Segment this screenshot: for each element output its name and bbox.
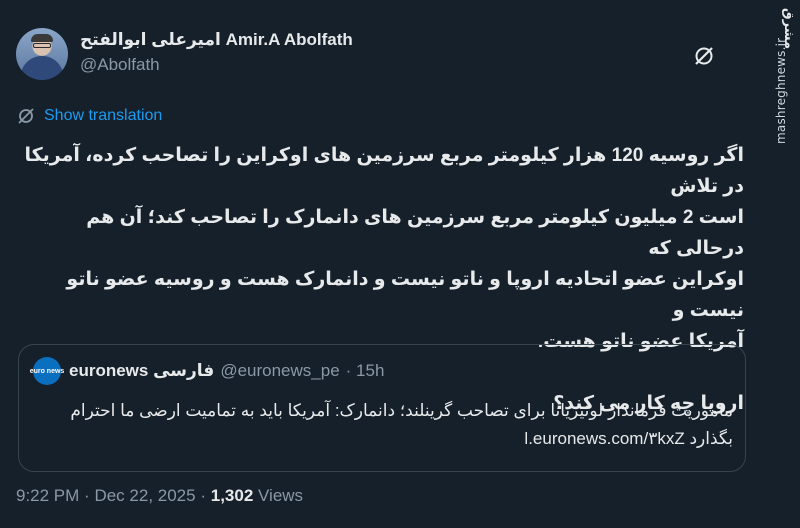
views-count: 1,302 [210, 486, 254, 505]
euronews-logo: euro news [30, 357, 64, 385]
grok-icon[interactable] [692, 44, 716, 68]
avatar[interactable] [16, 28, 68, 80]
watermark-site: mashreghnews.ir [774, 37, 788, 144]
quoted-author-name[interactable]: euronews فارسی [69, 361, 214, 381]
tweet-header: امیرعلی ابوالفتح Amir.A Abolfath @Abolfa… [16, 28, 760, 88]
mashregh-watermark: مشرق mashreghnews.ir [766, 0, 800, 528]
meta-separator: · [84, 486, 90, 505]
show-translation-label: Show translation [44, 107, 163, 124]
quoted-line: ماموریت فرماندار لوئیزیانا برای تصاحب گر… [70, 401, 733, 420]
meta-separator: · [200, 486, 206, 505]
author-handle[interactable]: @Abolfath [80, 55, 353, 75]
tweet-date[interactable]: Dec 22, 2025 [94, 486, 195, 505]
views-label: Views [258, 486, 304, 505]
quoted-line: بگذارد l.euronews.com/۳kxZ [524, 429, 733, 448]
author-names: امیرعلی ابوالفتح Amir.A Abolfath @Abolfa… [80, 30, 353, 75]
show-translation-link[interactable]: Show translation [16, 106, 162, 126]
translate-icon [18, 108, 34, 124]
tweet-time[interactable]: 9:22 PM [16, 486, 79, 505]
tweet-line: اگر روسیه 120 هزار کیلومتر مربع سرزمین ه… [24, 145, 744, 197]
avatar-hair [31, 34, 53, 42]
quoted-tweet-header: euro news euronews فارسی @euronews_pe · … [30, 357, 385, 385]
quoted-time[interactable]: · 15h [346, 361, 385, 381]
tweet-line: است 2 میلیون کیلومتر مربع سرزمین های دان… [86, 207, 744, 259]
quoted-tweet-text: ماموریت فرماندار لوئیزیانا برای تصاحب گر… [33, 397, 733, 453]
tweet-meta: 9:22 PM · Dec 22, 2025 · 1,302 Views [16, 486, 303, 506]
tweet: امیرعلی ابوالفتح Amir.A Abolfath @Abolfa… [16, 14, 760, 528]
avatar-glasses [33, 43, 51, 48]
tweet-line: اوکراین عضو اتحادیه اروپا و ناتو نیست و … [66, 269, 744, 321]
author-display-name[interactable]: امیرعلی ابوالفتح Amir.A Abolfath [80, 30, 353, 50]
quoted-tweet[interactable]: euro news euronews فارسی @euronews_pe · … [18, 344, 746, 472]
quoted-author-handle[interactable]: @euronews_pe [220, 361, 339, 381]
